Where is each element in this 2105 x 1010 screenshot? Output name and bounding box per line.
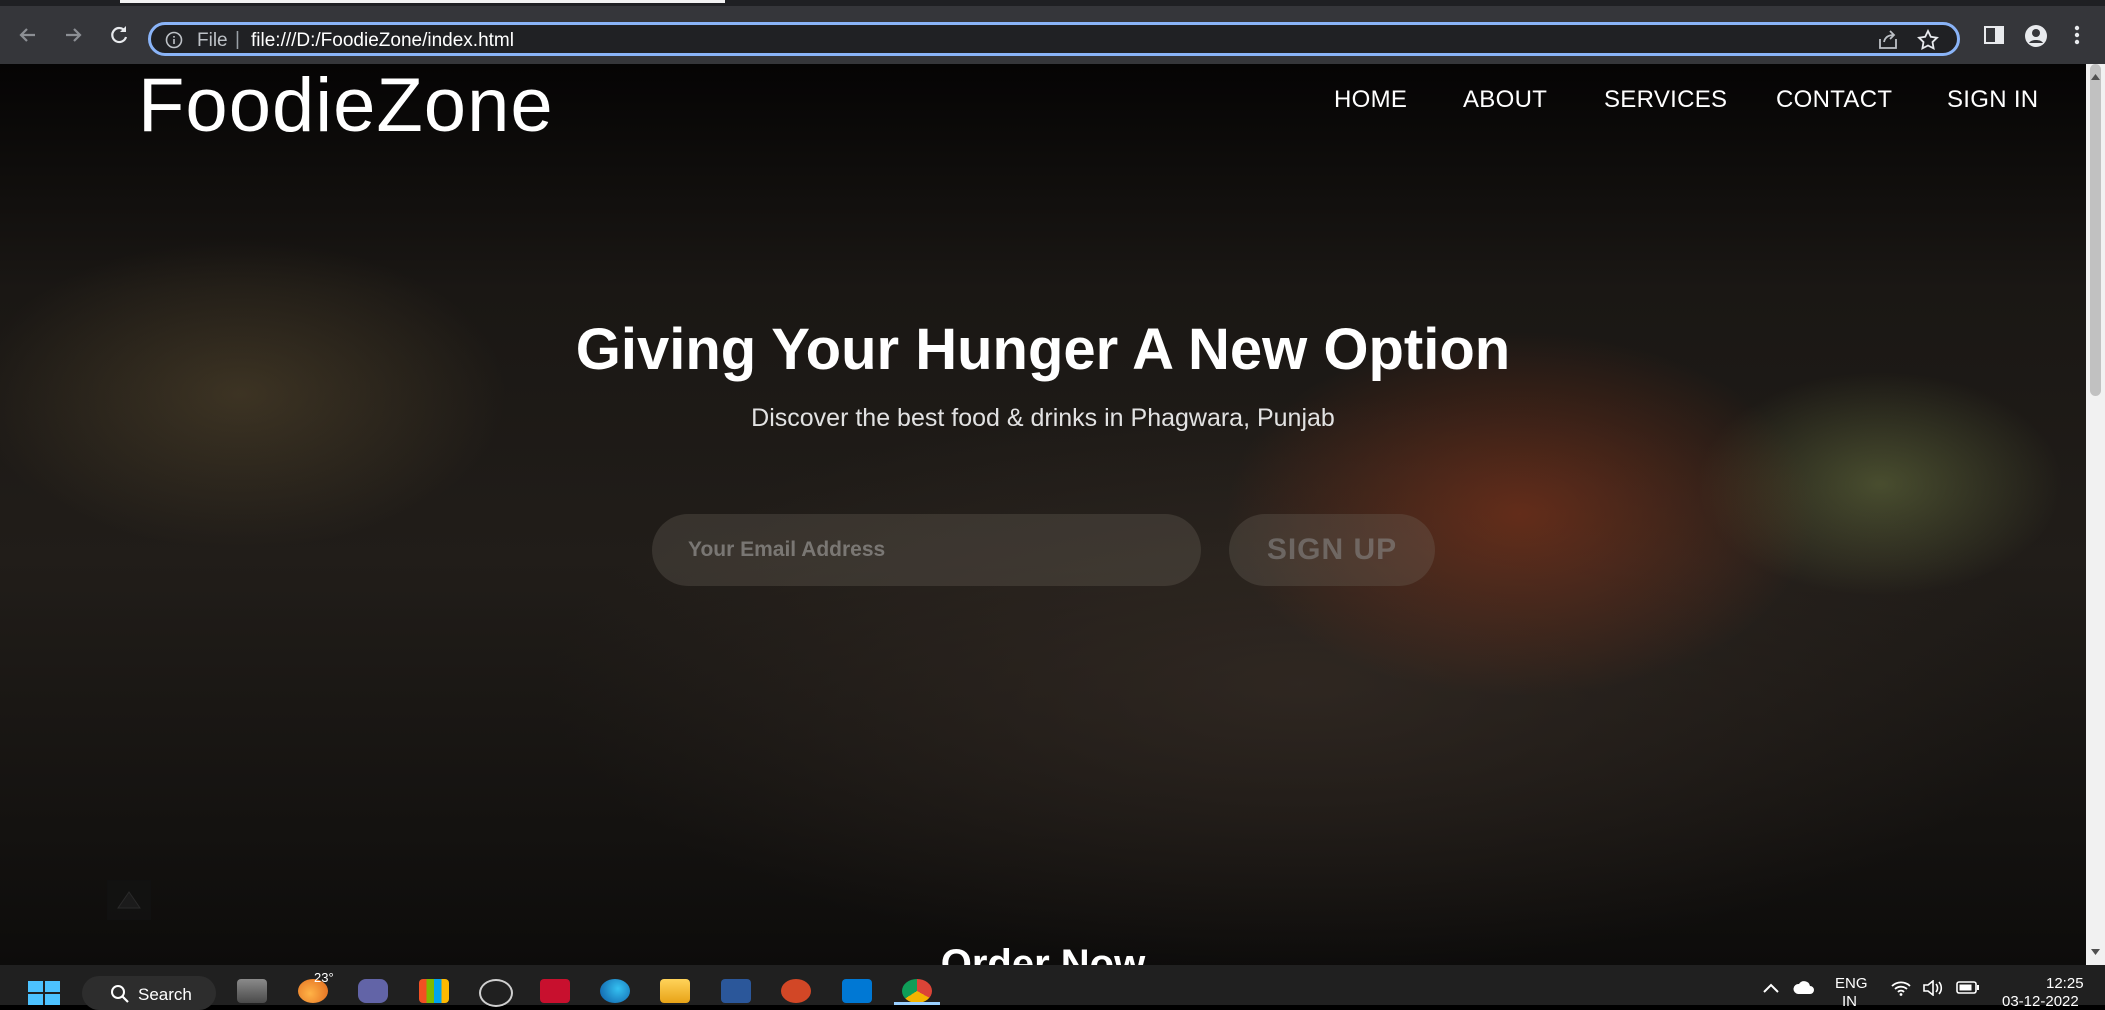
- active-tab-indicator[interactable]: [120, 0, 725, 3]
- dell-icon[interactable]: [479, 979, 513, 1007]
- search-icon: [111, 985, 129, 1003]
- taskbar-search-label: Search: [138, 985, 192, 1004]
- battery-icon[interactable]: [1956, 981, 1980, 999]
- microsoft-store-icon[interactable]: [419, 979, 449, 1003]
- reload-icon: [111, 26, 128, 44]
- scroll-up-arrow-icon[interactable]: [2090, 68, 2101, 86]
- windows-start-icon[interactable]: [28, 981, 60, 1010]
- scroll-down-arrow-icon[interactable]: [2090, 943, 2101, 961]
- triangle-up-icon: [117, 891, 141, 909]
- reload-button[interactable]: [103, 19, 135, 51]
- region-indicator: IN: [1842, 993, 1857, 1010]
- info-icon[interactable]: [165, 31, 183, 54]
- scrollbar-thumb[interactable]: [2090, 64, 2101, 396]
- vscode-icon[interactable]: [842, 979, 872, 1003]
- word-icon[interactable]: [721, 979, 751, 1003]
- taskbar: Search 23° ENG IN 12:25 03-12-2022: [0, 965, 2105, 1010]
- share-icon[interactable]: [1877, 30, 1899, 55]
- email-input[interactable]: [652, 514, 1201, 586]
- chrome-icon[interactable]: [902, 979, 932, 1003]
- task-view-icon[interactable]: [237, 979, 267, 1003]
- arrow-left-icon: [19, 28, 35, 42]
- forward-button[interactable]: [57, 19, 89, 51]
- language-indicator[interactable]: ENG: [1835, 975, 1868, 992]
- kebab-menu-icon[interactable]: [2073, 24, 2081, 51]
- powerpoint-icon[interactable]: [781, 979, 811, 1003]
- onedrive-cloud-icon[interactable]: [1792, 981, 1816, 1000]
- wifi-icon[interactable]: [1890, 980, 1912, 1001]
- hero-title: Giving Your Hunger A New Option: [575, 317, 1511, 382]
- file-explorer-icon[interactable]: [660, 979, 690, 1003]
- clock-time[interactable]: 12:25: [2046, 975, 2084, 992]
- nav-about[interactable]: ABOUT: [1463, 86, 1547, 114]
- url-text[interactable]: file:///D:/FoodieZone/index.html: [251, 30, 514, 52]
- weather-temperature: 23°: [314, 970, 334, 985]
- side-panel-icon[interactable]: [1983, 24, 2005, 51]
- teams-chat-icon[interactable]: [358, 979, 388, 1003]
- clock-date: 03-12-2022: [2002, 993, 2079, 1010]
- scroll-to-top-button[interactable]: [107, 880, 151, 920]
- hero-subtitle: Discover the best food & drinks in Phagw…: [751, 404, 1335, 432]
- nav-services[interactable]: SERVICES: [1604, 86, 1727, 114]
- site-logo[interactable]: FoodieZone: [138, 64, 554, 149]
- mcafee-icon[interactable]: [540, 979, 570, 1003]
- page-viewport: FoodieZone HOME ABOUT SERVICES CONTACT S…: [0, 64, 2086, 965]
- nav-contact[interactable]: CONTACT: [1776, 86, 1892, 114]
- address-bar[interactable]: File | file:///D:/FoodieZone/index.html: [148, 22, 1960, 56]
- back-button[interactable]: [12, 19, 44, 51]
- nav-sign-in[interactable]: SIGN IN: [1947, 86, 2038, 114]
- browser-toolbar: File | file:///D:/FoodieZone/index.html: [0, 6, 2105, 64]
- profile-avatar-icon[interactable]: [2024, 24, 2048, 53]
- arrow-right-icon: [66, 28, 82, 42]
- page-scrollbar[interactable]: [2086, 64, 2105, 965]
- bookmark-star-icon[interactable]: [1917, 28, 1939, 56]
- volume-icon[interactable]: [1922, 979, 1944, 1001]
- tray-chevron-up-icon[interactable]: [1762, 981, 1780, 999]
- address-separator: |: [235, 29, 240, 50]
- edge-browser-icon[interactable]: [600, 979, 630, 1003]
- section-title-order-now: Order Now: [940, 942, 1146, 965]
- sign-up-button[interactable]: SIGN UP: [1229, 514, 1435, 586]
- nav-home[interactable]: HOME: [1334, 86, 1407, 114]
- scheme-label: File: [197, 30, 228, 51]
